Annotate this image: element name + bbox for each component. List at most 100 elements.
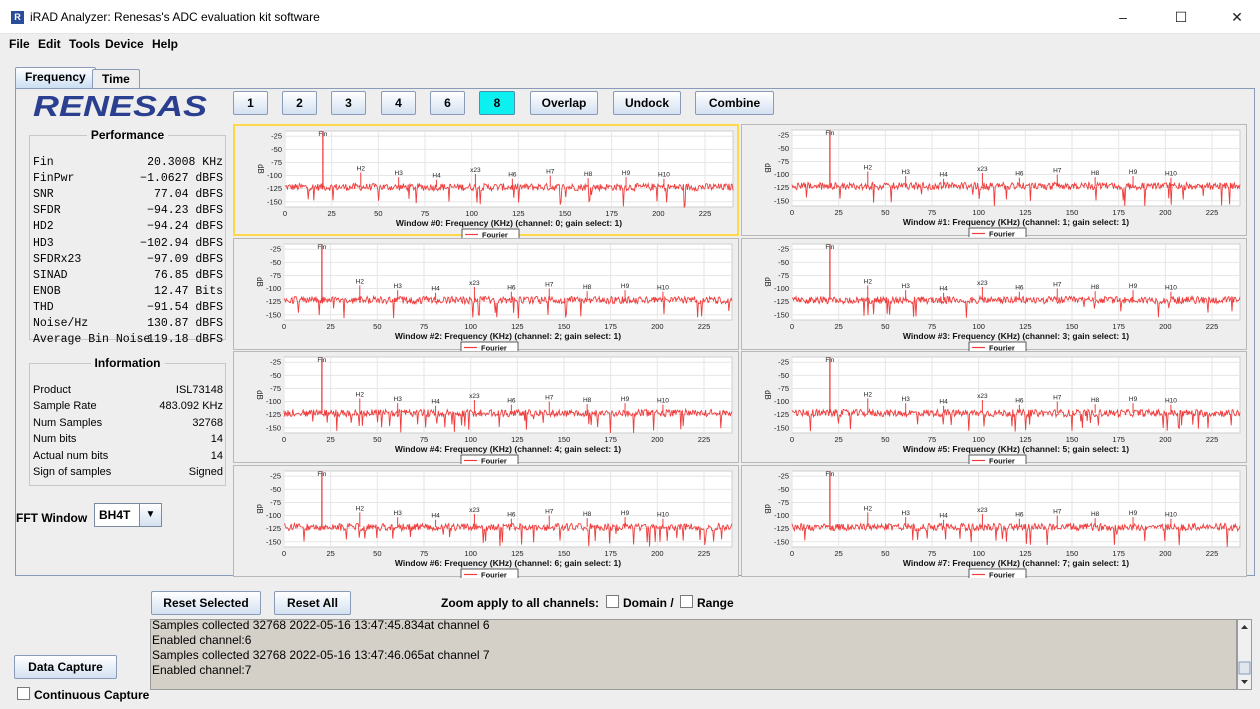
continuous-capture-checkbox[interactable]: [17, 687, 30, 700]
fft-chart[interactable]: 0 25 50 75 100 125 150 175 200 225 -25 -50 -75 -100 -1…: [742, 239, 1248, 351]
scroll-thumb[interactable]: [1238, 661, 1251, 675]
fft-chart[interactable]: 0 25 50 75 100 125 150 175 200 225 -25 -50 -75 -100 -1…: [742, 125, 1248, 237]
harmonic-label: H10: [1165, 284, 1177, 291]
x-tick-label: 75: [420, 435, 428, 444]
x-tick-label: 125: [512, 209, 525, 218]
chart-window-7[interactable]: 0 25 50 75 100 125 150 175 200 225 -25 -50 -75 -100 -1…: [741, 464, 1248, 578]
fundamental-label: Fin: [825, 244, 834, 251]
harmonic-label: H3: [902, 396, 911, 403]
x-tick-label: 175: [604, 322, 617, 331]
maximize-button[interactable]: ☐: [1158, 0, 1204, 34]
range-checkbox[interactable]: [680, 595, 693, 608]
y-tick-label: -75: [271, 158, 282, 167]
combine-button[interactable]: Combine: [695, 91, 774, 115]
data-capture-button[interactable]: Data Capture: [14, 655, 117, 679]
chart-window-3[interactable]: 0 25 50 75 100 125 150 175 200 225 -25 -50 -75 -100 -1…: [741, 237, 1248, 351]
y-tick-label: -100: [266, 397, 281, 406]
harmonic-label: H4: [939, 512, 948, 519]
menu-tools[interactable]: Tools: [69, 37, 100, 51]
metric-value: 76.85 dBFS: [153, 268, 223, 282]
menu-device[interactable]: Device: [105, 37, 144, 51]
chart-title: Window #1: Frequency (KHz) (channel: 1; …: [903, 217, 1129, 227]
harmonic-label: H3: [902, 283, 911, 290]
y-tick-label: -50: [271, 145, 282, 154]
metric-value: −1.0627 dBFS: [140, 172, 223, 186]
harmonic-label: x23: [977, 166, 988, 173]
scroll-up-icon[interactable]: [1241, 625, 1248, 629]
x-tick-label: 0: [282, 322, 286, 331]
fft-window-select[interactable]: BH4T ▼: [94, 503, 162, 527]
layout-2-button[interactable]: 2: [282, 91, 317, 115]
performance-row: SFDRx23 −97.09 dBFS: [33, 253, 223, 268]
layout-6-button[interactable]: 6: [430, 91, 465, 115]
plot-area[interactable]: [283, 470, 733, 547]
chart-window-4[interactable]: 0 25 50 75 100 125 150 175 200 225 -25 -50 -75 -100 -1…: [233, 351, 740, 464]
plot-area[interactable]: [791, 243, 1241, 320]
tab-frequency[interactable]: Frequency: [15, 67, 96, 89]
reset-all-button[interactable]: Reset All: [274, 591, 351, 615]
performance-row: FinPwr −1.0627 dBFS: [33, 172, 223, 187]
fundamental-label: Fin: [825, 130, 834, 137]
minimize-button[interactable]: –: [1100, 0, 1146, 34]
layout-8-button[interactable]: 8: [479, 91, 515, 115]
harmonic-label: H8: [583, 397, 592, 404]
continuous-capture-label: Continuous Capture: [34, 688, 150, 702]
harmonic-label: H6: [1015, 284, 1024, 291]
x-tick-label: 175: [604, 549, 617, 558]
x-tick-label: 125: [1019, 549, 1032, 558]
layout-4-button[interactable]: 4: [381, 91, 416, 115]
log-scrollbar[interactable]: [1237, 619, 1252, 690]
fft-chart[interactable]: 0 25 50 75 100 125 150 175 200 225 -25 -50 -75 -100 -1…: [235, 126, 741, 238]
harmonic-label: H3: [395, 170, 404, 177]
domain-checkbox[interactable]: [606, 595, 619, 608]
metric-value: −91.54 dBFS: [147, 300, 223, 314]
harmonic-label: H7: [545, 281, 554, 288]
menu-help[interactable]: Help: [152, 37, 178, 51]
chart-window-1[interactable]: 0 25 50 75 100 125 150 175 200 225 -25 -50 -75 -100 -1…: [741, 124, 1248, 237]
plot-area[interactable]: [791, 129, 1241, 207]
close-button[interactable]: ✕: [1214, 0, 1260, 34]
menu-edit[interactable]: Edit: [38, 37, 61, 51]
chart-window-5[interactable]: 0 25 50 75 100 125 150 175 200 225 -25 -50 -75 -100 -1…: [741, 351, 1248, 464]
log-output[interactable]: Samples collected 32768 2022-05-16 13:47…: [150, 619, 1237, 690]
undock-button[interactable]: Undock: [613, 91, 681, 115]
x-tick-label: 25: [326, 435, 334, 444]
chart-window-2[interactable]: 0 25 50 75 100 125 150 175 200 225 -25 -50 -75 -100 -1…: [233, 237, 740, 351]
harmonic-label: H10: [657, 284, 669, 291]
x-tick-label: 225: [698, 549, 711, 558]
menu-file[interactable]: File: [9, 37, 30, 51]
x-tick-label: 25: [834, 549, 842, 558]
fft-chart[interactable]: 0 25 50 75 100 125 150 175 200 225 -25 -50 -75 -100 -1…: [234, 466, 740, 578]
fft-chart[interactable]: 0 25 50 75 100 125 150 175 200 225 -25 -50 -75 -100 -1…: [742, 466, 1248, 578]
harmonic-label: H2: [357, 165, 366, 172]
reset-selected-button[interactable]: Reset Selected: [151, 591, 261, 615]
y-tick-label: -125: [266, 524, 281, 533]
overlap-button[interactable]: Overlap: [530, 91, 598, 115]
info-label: Actual num bits: [33, 449, 109, 462]
harmonic-label: H9: [621, 396, 630, 403]
x-tick-label: 75: [928, 322, 936, 331]
x-tick-label: 125: [511, 549, 524, 558]
harmonic-label: x23: [469, 279, 480, 286]
fft-chart[interactable]: 0 25 50 75 100 125 150 175 200 225 -25 -50 -75 -100 -1…: [742, 352, 1248, 464]
layout-1-button[interactable]: 1: [233, 91, 268, 115]
y-axis-label: dB: [256, 164, 265, 174]
chevron-down-icon[interactable]: ▼: [139, 504, 161, 526]
y-tick-label: -75: [778, 270, 789, 279]
harmonic-label: H7: [1053, 281, 1062, 288]
x-tick-label: 125: [1019, 208, 1032, 217]
y-axis-label: dB: [763, 277, 772, 287]
fft-chart[interactable]: 0 25 50 75 100 125 150 175 200 225 -25 -50 -75 -100 -1…: [234, 239, 740, 351]
plot-area[interactable]: [791, 470, 1241, 547]
layout-3-button[interactable]: 3: [331, 91, 366, 115]
chart-window-0[interactable]: 0 25 50 75 100 125 150 175 200 225 -25 -50 -75 -100 -1…: [233, 124, 741, 238]
y-tick-label: -100: [266, 284, 281, 293]
tab-time[interactable]: Time: [92, 69, 140, 89]
metric-label: SINAD: [33, 268, 68, 282]
y-axis-label: dB: [763, 390, 772, 400]
scroll-down-icon[interactable]: [1241, 680, 1248, 684]
fft-chart[interactable]: 0 25 50 75 100 125 150 175 200 225 -25 -50 -75 -100 -1…: [234, 352, 740, 464]
chart-window-6[interactable]: 0 25 50 75 100 125 150 175 200 225 -25 -50 -75 -100 -1…: [233, 464, 740, 578]
plot-area[interactable]: [283, 243, 733, 320]
x-tick-label: 100: [972, 208, 985, 217]
